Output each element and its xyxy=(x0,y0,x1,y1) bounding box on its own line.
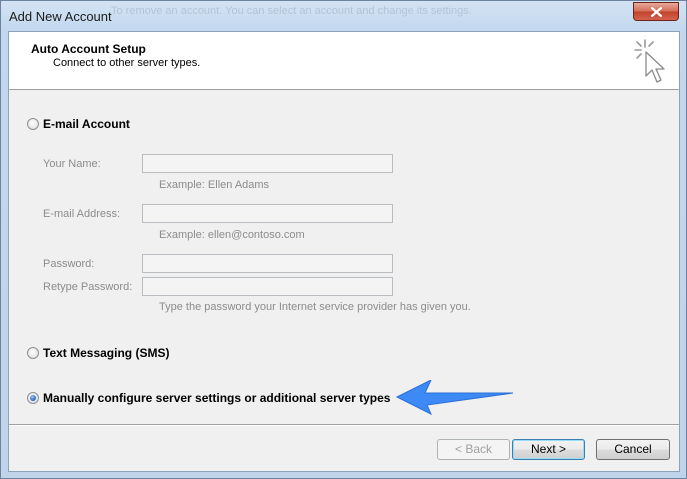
add-new-account-window: Add New Account To remove an account. Yo… xyxy=(0,0,687,479)
next-button[interactable]: Next > xyxy=(512,439,585,460)
email-address-field[interactable] xyxy=(142,204,393,223)
wizard-header: Auto Account Setup Connect to other serv… xyxy=(9,32,679,90)
email-address-example: Example: ellen@contoso.com xyxy=(159,229,305,241)
wizard-client-area: Auto Account Setup Connect to other serv… xyxy=(8,31,680,472)
retype-password-label: Retype Password: xyxy=(43,281,133,293)
password-label: Password: xyxy=(43,258,95,270)
manual-config-radio[interactable] xyxy=(27,392,39,404)
title-bar[interactable]: Add New Account To remove an account. Yo… xyxy=(1,1,686,31)
window-title: Add New Account xyxy=(9,9,112,24)
footer-divider xyxy=(9,424,679,426)
back-button[interactable]: < Back xyxy=(437,439,510,460)
blue-arrow-icon xyxy=(395,380,514,416)
cursor-sparkle-icon xyxy=(634,39,665,83)
close-icon xyxy=(651,7,662,17)
page-subtitle: Connect to other server types. xyxy=(53,57,201,69)
password-field[interactable] xyxy=(142,254,393,273)
password-hint: Type the password your Internet service … xyxy=(159,301,471,313)
email-account-radio[interactable] xyxy=(27,118,39,130)
sms-radio[interactable] xyxy=(27,347,39,359)
retype-password-field[interactable] xyxy=(142,277,393,296)
manual-config-label[interactable]: Manually configure server settings or ad… xyxy=(43,391,390,405)
page-title: Auto Account Setup xyxy=(31,42,146,56)
sms-label[interactable]: Text Messaging (SMS) xyxy=(43,346,169,360)
your-name-field[interactable] xyxy=(142,154,393,173)
email-account-label[interactable]: E-mail Account xyxy=(43,117,130,131)
cancel-button[interactable]: Cancel xyxy=(596,439,670,460)
close-button[interactable] xyxy=(633,2,679,21)
your-name-label: Your Name: xyxy=(43,158,101,170)
email-address-label: E-mail Address: xyxy=(43,208,121,220)
your-name-example: Example: Ellen Adams xyxy=(159,179,270,191)
background-window-text: To remove an account. You can select an … xyxy=(111,5,472,17)
